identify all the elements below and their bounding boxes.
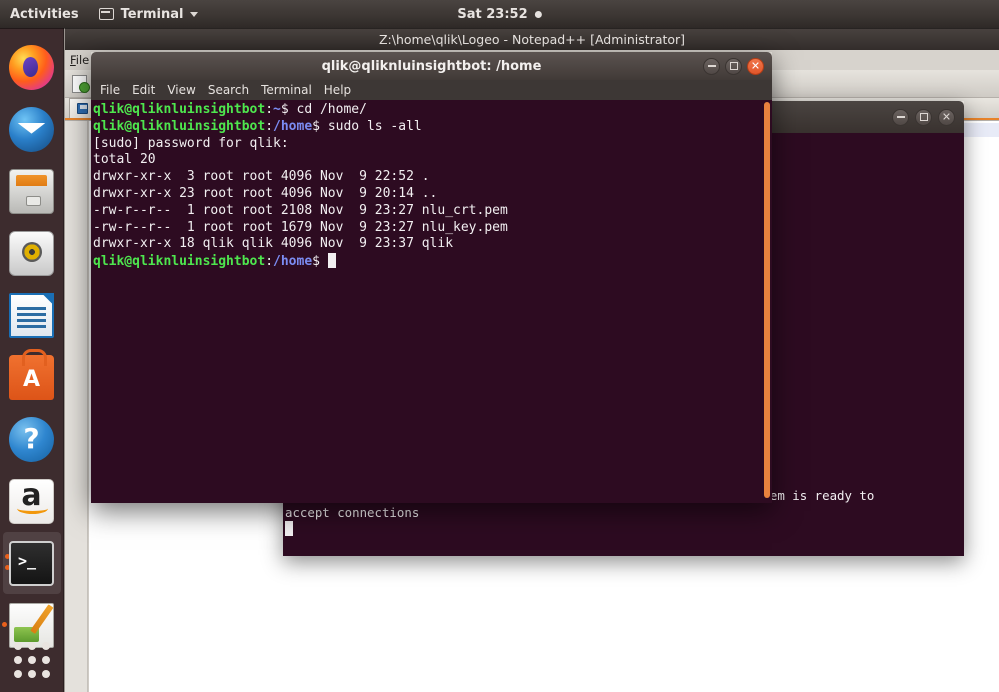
terminal-output-line: drwxr-xr-x 3 root root 4096 Nov 9 22:52 … xyxy=(93,169,430,185)
dock-item-firefox[interactable] xyxy=(0,36,64,98)
minimize-icon[interactable] xyxy=(703,57,720,75)
terminal-prompt-line: qlik@qliknluinsightbot:/home$ sudo ls -a… xyxy=(93,119,772,136)
app-menu-label: Terminal xyxy=(120,6,184,22)
terminal-output-line: drwxr-xr-x 23 root root 4096 Nov 9 20:14… xyxy=(93,185,438,201)
chevron-down-icon xyxy=(190,11,199,17)
dock-item-rhythmbox[interactable] xyxy=(0,222,64,284)
front-terminal-menubar[interactable]: File Edit View Search Terminal Help xyxy=(91,80,772,100)
dock-item-ubuntu-software[interactable] xyxy=(0,346,64,408)
running-indicator-dot xyxy=(1,622,7,627)
maximize-icon[interactable] xyxy=(915,108,932,126)
terminal-output-line: -rw-r--r-- 1 root root 1679 Nov 9 23:27 … xyxy=(93,219,508,235)
terminal-prompt-line: qlik@qliknluinsightbot:/home$ xyxy=(93,253,772,270)
menu-help[interactable]: Help xyxy=(324,83,351,97)
launcher-dock[interactable] xyxy=(0,28,64,692)
front-terminal-titlebar[interactable]: qlik@qliknluinsightbot: /home ✕ xyxy=(91,52,772,80)
prompt-user-host: qlik@qliknluinsightbot xyxy=(93,254,266,270)
notepad-menu-file[interactable]: File xyxy=(70,53,89,67)
clock-label: Sat 23:52 xyxy=(457,6,528,22)
dock-item-terminal[interactable] xyxy=(2,532,61,594)
prompt-user-host: qlik@qliknluinsightbot xyxy=(93,118,266,134)
firefox-icon xyxy=(9,44,54,90)
prompt-separator: : xyxy=(265,102,274,117)
front-terminal-output[interactable]: qlik@qliknluinsightbot:~$ cd /home/qlik@… xyxy=(91,100,772,503)
thunderbird-icon xyxy=(9,106,54,152)
dock-item-amazon[interactable] xyxy=(0,470,64,532)
amazon-icon xyxy=(9,478,54,524)
minimize-icon[interactable] xyxy=(892,108,909,126)
menu-search[interactable]: Search xyxy=(208,83,249,97)
prompt-path: /home xyxy=(273,118,313,134)
dock-item-libreoffice-writer[interactable] xyxy=(0,284,64,346)
speaker-icon xyxy=(9,230,54,276)
notepad-pencil-icon xyxy=(9,602,54,648)
gnome-top-bar[interactable]: Activities Terminal Sat 23:52 xyxy=(0,0,999,28)
vertical-scrollbar[interactable] xyxy=(764,102,770,498)
prompt-path: ~ xyxy=(273,102,281,117)
maximize-icon[interactable] xyxy=(725,57,742,75)
question-mark-icon xyxy=(9,416,54,462)
app-menu-button[interactable]: Terminal xyxy=(89,0,209,28)
menu-edit[interactable]: Edit xyxy=(132,83,155,97)
terminal-output-line: total 20 xyxy=(93,152,156,168)
menu-terminal[interactable]: Terminal xyxy=(261,83,312,97)
front-terminal-title-label: qlik@qliknluinsightbot: /home xyxy=(321,58,542,74)
document-writer-icon xyxy=(9,292,54,338)
terminal-log-wrap: accept connections xyxy=(285,504,420,520)
status-dot-icon xyxy=(534,10,542,18)
terminal-command: cd /home/ xyxy=(296,102,367,117)
prompt-separator: : xyxy=(265,254,274,270)
block-cursor xyxy=(285,521,293,537)
terminal-prompt-line: qlik@qliknluinsightbot:~$ cd /home/ xyxy=(93,102,772,119)
menu-view[interactable]: View xyxy=(167,83,195,97)
terminal-command: sudo ls -all xyxy=(327,118,422,134)
notepad-window-title: Z:\home\qlik\Logeo - Notepad++ [Administ… xyxy=(65,28,999,50)
terminal-output-line: -rw-r--r-- 1 root root 2108 Nov 9 23:27 … xyxy=(93,202,508,218)
prompt-tail: $ xyxy=(312,118,328,134)
prompt-user-host: qlik@qliknluinsightbot xyxy=(93,102,266,117)
close-icon[interactable]: ✕ xyxy=(938,108,955,126)
new-document-icon[interactable] xyxy=(69,73,91,95)
prompt-tail: $ xyxy=(312,254,328,270)
dock-item-thunderbird[interactable] xyxy=(0,98,64,160)
show-applications-grid-icon[interactable] xyxy=(13,642,50,678)
activities-label: Activities xyxy=(10,6,79,22)
prompt-path: /home xyxy=(273,254,313,270)
prompt-tail: $ xyxy=(280,102,297,117)
front-terminal-window[interactable]: qlik@qliknluinsightbot: /home ✕ File Edi… xyxy=(91,52,772,503)
terminal-output-line: [sudo] password for qlik: xyxy=(93,135,289,151)
save-disk-icon xyxy=(77,103,88,114)
terminal-cursor-line xyxy=(285,521,964,538)
close-icon[interactable]: ✕ xyxy=(747,57,764,75)
notepad-gutter xyxy=(65,121,88,692)
clock-button[interactable]: Sat 23:52 xyxy=(457,6,542,22)
activities-button[interactable]: Activities xyxy=(0,0,89,28)
dock-item-help[interactable] xyxy=(0,408,64,470)
files-cabinet-icon xyxy=(9,168,54,214)
terminal-mini-icon xyxy=(98,8,114,20)
dock-item-files[interactable] xyxy=(0,160,64,222)
terminal-icon xyxy=(9,540,54,586)
block-cursor xyxy=(327,253,336,269)
prompt-separator: : xyxy=(265,118,274,134)
terminal-output-line: drwxr-xr-x 18 qlik qlik 4096 Nov 9 23:37… xyxy=(93,236,454,252)
software-bag-icon xyxy=(9,348,54,400)
menu-file[interactable]: File xyxy=(100,83,120,97)
